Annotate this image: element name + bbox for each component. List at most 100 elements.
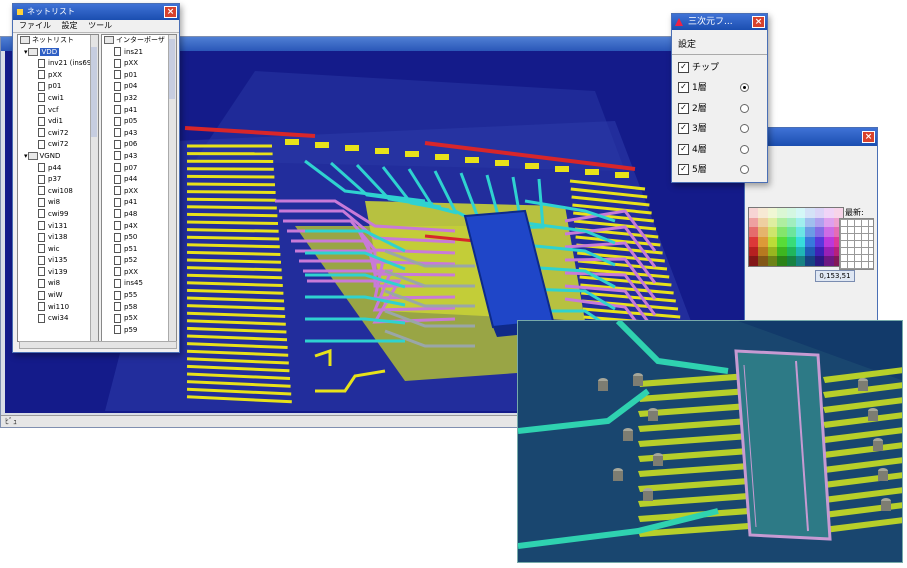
layer-checkbox[interactable]: ✓	[678, 164, 689, 175]
tree-leaf[interactable]: cwi108	[18, 186, 98, 198]
layer-row-5[interactable]: ✓ 5層	[678, 163, 758, 177]
tree-leaf[interactable]: vi135	[18, 255, 98, 267]
layer-radio[interactable]	[740, 144, 749, 154]
layer-row-2[interactable]: ✓ 2層	[678, 102, 758, 116]
color-swatch[interactable]	[786, 227, 796, 237]
tree-leaf[interactable]: p05	[102, 116, 176, 128]
tree-leaf[interactable]: p41	[102, 197, 176, 209]
color-swatch[interactable]	[795, 217, 806, 228]
menu-tools[interactable]: ツール	[88, 21, 112, 30]
color-swatch[interactable]	[777, 256, 787, 266]
color-swatch[interactable]	[758, 256, 768, 266]
color-swatch[interactable]	[814, 208, 825, 218]
chip-checkbox-row[interactable]: ✓ チップ	[678, 61, 719, 75]
tree-leaf[interactable]: p43	[102, 128, 176, 140]
tree-leaf[interactable]: cwi1	[18, 93, 98, 105]
color-swatch[interactable]	[824, 208, 834, 218]
tree-leaf[interactable]: ins21	[102, 47, 176, 59]
tree-leaf[interactable]: p55	[102, 290, 176, 302]
color-swatch[interactable]	[767, 208, 778, 218]
color-swatch[interactable]	[814, 246, 825, 257]
close-icon[interactable]: ×	[164, 6, 177, 18]
tree-root[interactable]: ネットリスト	[18, 35, 98, 47]
layer-row-4[interactable]: ✓ 4層	[678, 143, 758, 157]
color-swatch[interactable]	[758, 217, 768, 228]
tree-leaf[interactable]: wic	[18, 244, 98, 256]
tree-root[interactable]: インターポーザ	[102, 35, 176, 47]
color-swatch[interactable]	[814, 227, 825, 237]
color-swatch[interactable]	[767, 246, 778, 257]
layer-dialog-titlebar[interactable]: 三次元フ... ×	[672, 14, 767, 30]
color-swatch[interactable]	[824, 256, 834, 266]
color-swatch[interactable]	[758, 208, 768, 218]
menu-file[interactable]: ファイル	[19, 21, 51, 30]
tree-leaf[interactable]: p37	[18, 174, 98, 186]
color-swatch[interactable]	[786, 237, 796, 247]
tree-leaf[interactable]: vi139	[18, 267, 98, 279]
tree-leaf[interactable]: p43	[102, 151, 176, 163]
color-swatch[interactable]	[786, 208, 796, 218]
color-swatch[interactable]	[795, 208, 806, 218]
color-swatch[interactable]	[814, 256, 825, 266]
scroll-thumb[interactable]	[91, 47, 97, 137]
color-swatch[interactable]	[805, 237, 815, 247]
tree-leaf[interactable]: p01	[102, 70, 176, 82]
tree-leaf[interactable]: p44	[102, 174, 176, 186]
color-swatch[interactable]	[814, 217, 825, 228]
tree-leaf[interactable]: p07	[102, 163, 176, 175]
color-swatch[interactable]	[758, 227, 768, 237]
tree-leaf[interactable]: p59	[102, 325, 176, 337]
tree-leaf[interactable]: p01	[18, 81, 98, 93]
close-icon[interactable]: ×	[862, 131, 875, 143]
color-swatch-grid[interactable]	[748, 207, 844, 267]
color-swatch[interactable]	[795, 237, 806, 247]
tree-leaf[interactable]: inv21 (ins69	[18, 58, 98, 70]
color-swatch[interactable]	[749, 246, 759, 257]
tree-scrollbar[interactable]	[90, 35, 98, 341]
tree-leaf[interactable]: p41	[102, 105, 176, 117]
close-icon[interactable]: ×	[752, 16, 765, 28]
color-swatch[interactable]	[786, 246, 796, 257]
tree-leaf[interactable]: pXX	[18, 70, 98, 82]
tree-leaf[interactable]: p04	[102, 81, 176, 93]
color-swatch[interactable]	[833, 208, 843, 218]
color-swatch[interactable]	[767, 217, 778, 228]
interposer-tree-pane[interactable]: インターポーザ ins21 pXX p01 p04 p32 p41 p05 p43 p06 p43…	[101, 34, 177, 342]
color-swatch[interactable]	[749, 237, 759, 247]
color-swatch[interactable]	[777, 246, 787, 257]
tree-node-vdd[interactable]: ▾ VDD	[18, 47, 98, 59]
layer-checkbox[interactable]: ✓	[678, 143, 689, 155]
tree-leaf[interactable]: cwi34	[18, 313, 98, 325]
tree-leaf[interactable]: p48	[102, 209, 176, 221]
tree-leaf[interactable]: p32	[102, 93, 176, 105]
tree-leaf[interactable]: vdi1	[18, 116, 98, 128]
layer-checkbox[interactable]: ✓	[678, 123, 689, 134]
recent-colors-grid[interactable]	[839, 218, 874, 270]
tree-scrollbar[interactable]	[168, 35, 176, 341]
netlist-titlebar[interactable]: ネットリスト ×	[13, 4, 179, 20]
layer-row-3[interactable]: ✓ 3層	[678, 122, 758, 136]
horizontal-scrollbar[interactable]	[19, 341, 177, 349]
menu-settings[interactable]: 設定	[62, 21, 78, 30]
tree-leaf[interactable]: vi138	[18, 232, 98, 244]
tree-leaf[interactable]: wi8	[18, 278, 98, 290]
layer-radio[interactable]	[740, 165, 749, 174]
layer-checkbox[interactable]: ✓	[678, 82, 689, 93]
tree-leaf[interactable]: pXX	[102, 186, 176, 198]
netlist-tree-pane[interactable]: ネットリスト ▾ VDD inv21 (ins69 pXX p01 cwi1 vcf vdi…	[17, 34, 99, 342]
color-swatch[interactable]	[824, 227, 834, 237]
color-swatch[interactable]	[758, 246, 768, 257]
tree-leaf[interactable]: ins45	[102, 278, 176, 290]
tree-node-vgnd[interactable]: ▾ VGND	[18, 151, 98, 163]
tree-leaf[interactable]: vi131	[18, 221, 98, 233]
tree-leaf[interactable]: p51	[102, 244, 176, 256]
layer-radio[interactable]	[740, 124, 749, 133]
tree-leaf[interactable]: cwi72	[18, 139, 98, 151]
layer-radio[interactable]	[740, 103, 749, 113]
color-swatch[interactable]	[824, 237, 834, 247]
color-swatch[interactable]	[805, 256, 815, 266]
tree-leaf[interactable]: p4X	[102, 221, 176, 233]
tree-leaf[interactable]: p44	[18, 163, 98, 175]
color-swatch[interactable]	[824, 217, 834, 228]
color-swatch[interactable]	[767, 237, 778, 247]
